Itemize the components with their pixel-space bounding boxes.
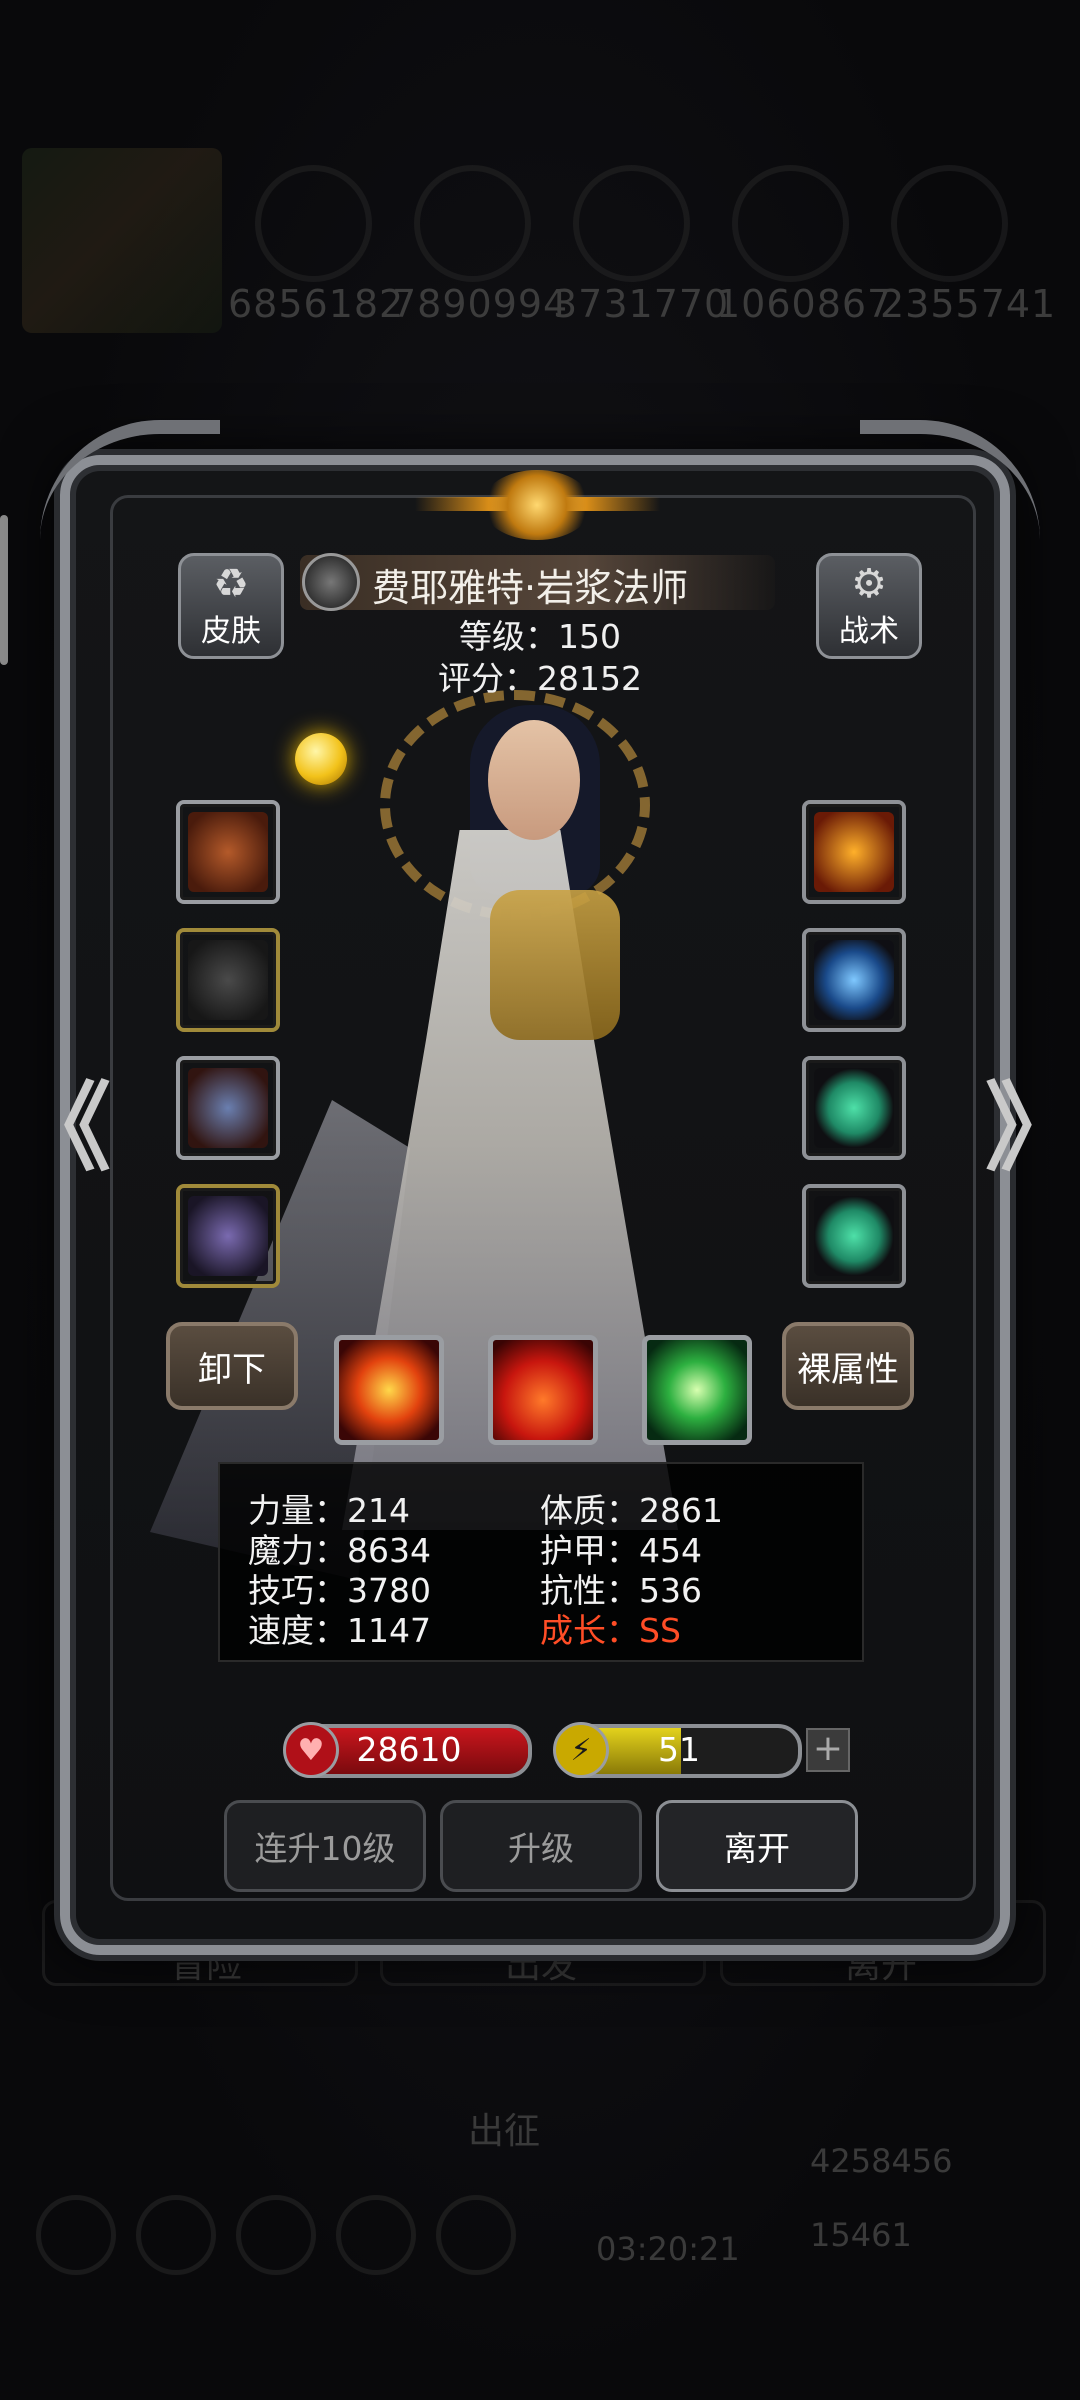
resource-value-4: 1060867: [716, 282, 893, 326]
skin-button[interactable]: ♻ 皮肤: [178, 553, 284, 659]
previous-hero-arrow[interactable]: 《: [15, 1050, 111, 1189]
resource-icon-1: [255, 165, 372, 282]
equip-slot-amulet[interactable]: [176, 1184, 280, 1288]
emblem-icon: [482, 470, 592, 540]
skill-explosion-icon[interactable]: [334, 1335, 444, 1445]
leave-button[interactable]: 离开: [656, 1800, 858, 1892]
background-timer: 03:20:21: [596, 2230, 740, 2268]
skill-nature-icon[interactable]: [642, 1335, 752, 1445]
background-menu-icon-4: [336, 2195, 416, 2275]
equip-slot-weapon[interactable]: [176, 800, 280, 904]
base-attributes-button[interactable]: 裸属性: [782, 1322, 914, 1410]
level-up-10-button[interactable]: 连升10级: [224, 1800, 426, 1892]
lightning-icon: ⚡: [553, 1722, 609, 1778]
equip-slot-armor[interactable]: [176, 928, 280, 1032]
resource-icon-3: [573, 165, 690, 282]
jade-gem-icon: [814, 1068, 894, 1148]
fire-ring-icon: [814, 812, 894, 892]
background-menu-icon-5: [436, 2195, 516, 2275]
skin-label: 皮肤: [201, 614, 261, 649]
unequip-button[interactable]: 卸下: [166, 1322, 298, 1410]
resource-value-5: 2355741: [880, 282, 1057, 326]
shirt-icon: ♻: [213, 561, 249, 607]
background-gold: 4258456: [810, 2142, 953, 2180]
skill-flame-icon[interactable]: [488, 1335, 598, 1445]
equip-slot-helmet[interactable]: [176, 1056, 280, 1160]
rank-badge-icon: [302, 553, 360, 611]
jade-gem-icon: [814, 1196, 894, 1276]
resource-icon-2: [414, 165, 531, 282]
add-energy-button[interactable]: +: [806, 1728, 850, 1772]
background-gems: 15461: [810, 2216, 912, 2254]
armor-icon: [188, 940, 268, 1020]
pentagram-amulet-icon: [188, 1196, 268, 1276]
tactics-button[interactable]: ⚙ 战术: [816, 553, 922, 659]
dragon-helmet-icon: [188, 1068, 268, 1148]
staff-icon: [188, 812, 268, 892]
next-hero-arrow[interactable]: 》: [985, 1050, 1080, 1189]
resource-value-3: 3731770: [553, 282, 730, 326]
equip-slot-gem-1[interactable]: [802, 1056, 906, 1160]
equip-slot-ring[interactable]: [802, 800, 906, 904]
background-menu-icon-1: [36, 2195, 116, 2275]
stat-growth: 成长：SS: [540, 1611, 681, 1650]
resource-value-2: 7890994: [392, 282, 569, 326]
background-march-label: 出征: [468, 2111, 541, 2152]
stat-speed: 速度：1147: [248, 1611, 431, 1650]
light-orb-icon: [295, 733, 347, 785]
resource-value-1: 6856182: [228, 282, 405, 326]
hero-level: 等级：150: [459, 617, 621, 656]
tactics-label: 战术: [839, 614, 899, 649]
hero-name: 费耶雅特·岩浆法师: [372, 566, 689, 610]
heart-icon: ♥: [283, 1722, 339, 1778]
equip-slot-orb[interactable]: [802, 928, 906, 1032]
resource-icon-5: [891, 165, 1008, 282]
gear-icon: ⚙: [851, 561, 887, 607]
background-menu-icon-3: [236, 2195, 316, 2275]
background-castle-image: [22, 148, 222, 333]
equip-slot-gem-2[interactable]: [802, 1184, 906, 1288]
edge-handle[interactable]: [0, 515, 8, 665]
hero-portrait: [488, 720, 580, 840]
resource-icon-4: [732, 165, 849, 282]
hero-score: 评分：28152: [438, 659, 642, 698]
level-up-button[interactable]: 升级: [440, 1800, 642, 1892]
crystal-orb-icon: [814, 940, 894, 1020]
hero-armor: [490, 890, 620, 1040]
background-menu-icon-2: [136, 2195, 216, 2275]
